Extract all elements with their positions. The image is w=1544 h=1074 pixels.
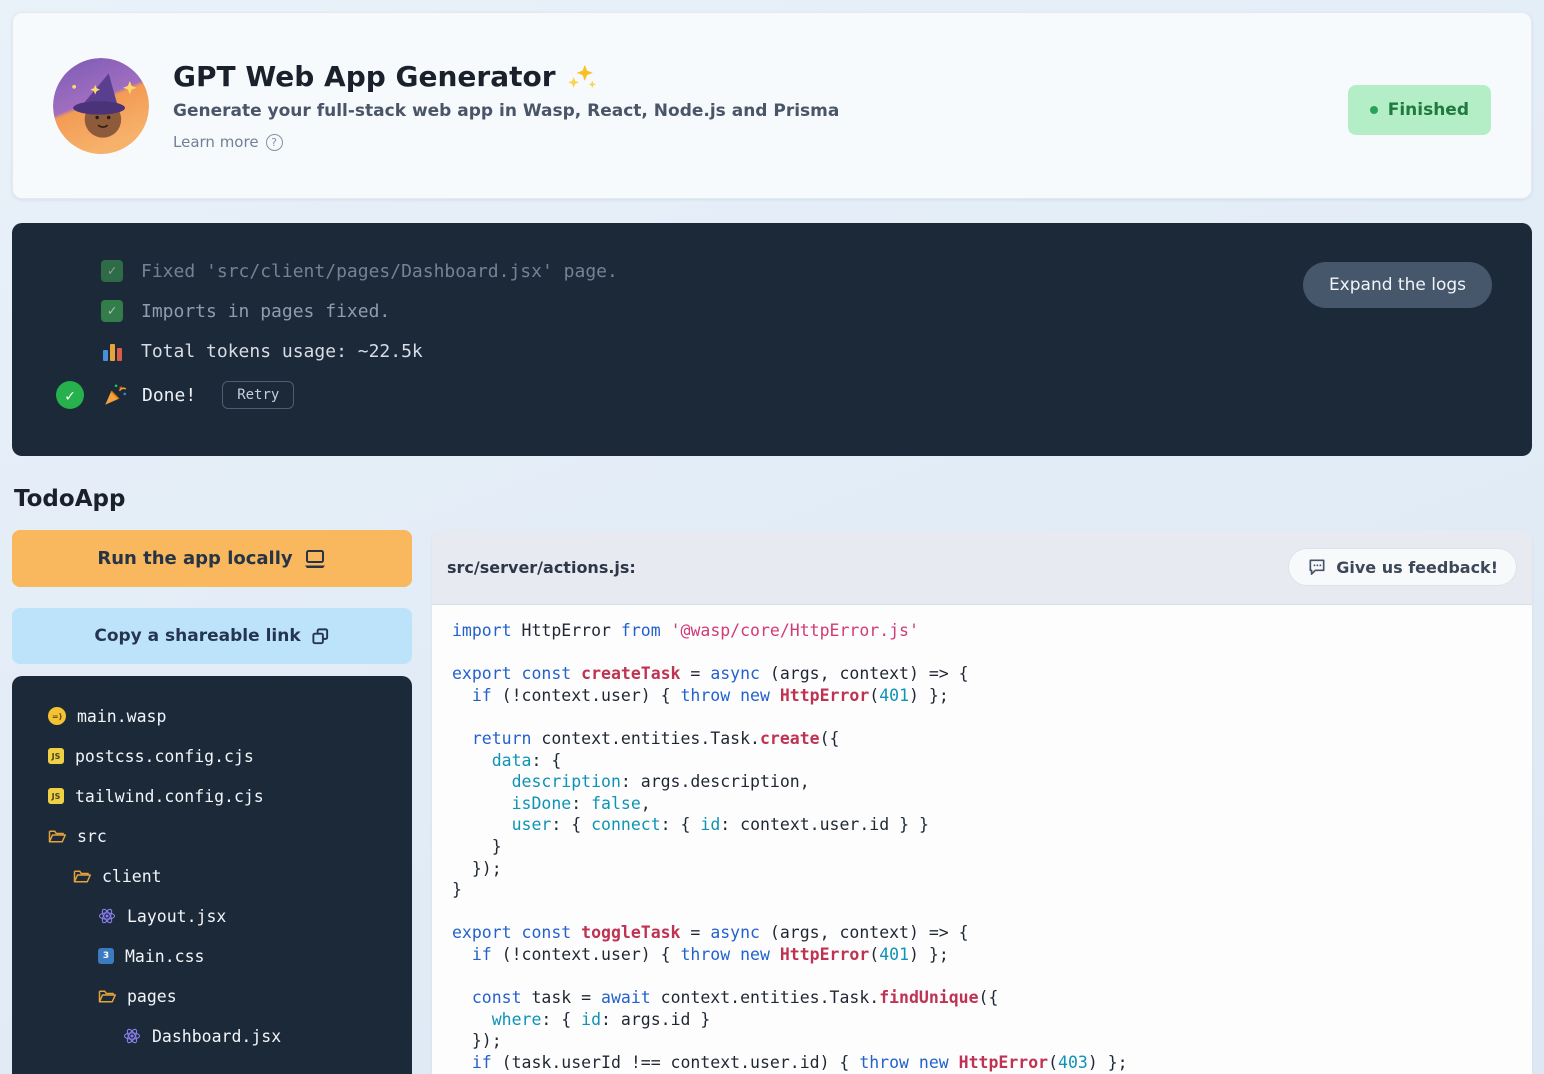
js-config-icon: JS	[48, 788, 64, 804]
code-line: }	[452, 836, 1512, 858]
js-config-icon: JS	[48, 748, 64, 764]
code-line	[452, 706, 1512, 728]
feedback-label: Give us feedback!	[1336, 558, 1498, 577]
run-app-button[interactable]: Run the app locally	[12, 530, 412, 587]
code-line: user: { connect: { id: context.user.id }…	[452, 814, 1512, 836]
help-circle-icon: ?	[266, 134, 283, 151]
done-text: Done!	[142, 385, 196, 406]
react-icon	[123, 1027, 141, 1045]
file-name: Dashboard.jsx	[152, 1027, 281, 1046]
file-tree-item-src[interactable]: src	[12, 816, 412, 856]
file-name: src	[77, 827, 107, 846]
log-line: Total tokens usage: ~22.5k	[101, 331, 1492, 371]
code-line: import HttpError from '@wasp/core/HttpEr…	[452, 620, 1512, 642]
header-text: GPT Web App Generator Generate your full…	[173, 60, 839, 151]
wizard-avatar	[53, 58, 149, 154]
status-badge: Finished	[1348, 85, 1491, 135]
code-panel: src/server/actions.js: Give us feedback!…	[432, 530, 1532, 1074]
folder-icon	[98, 987, 116, 1005]
code-line: description: args.description,	[452, 771, 1512, 793]
copy-share-link-label: Copy a shareable link	[94, 626, 300, 646]
log-panel: ✓ Fixed 'src/client/pages/Dashboard.jsx' …	[12, 223, 1532, 456]
code-line	[452, 966, 1512, 988]
folder-icon	[73, 867, 91, 885]
file-name: client	[102, 867, 162, 886]
status-dot-icon	[1370, 106, 1378, 114]
sparkles-icon	[566, 63, 598, 91]
retry-button[interactable]: Retry	[222, 381, 294, 409]
run-app-label: Run the app locally	[97, 548, 292, 569]
page-title: GPT Web App Generator	[173, 60, 839, 93]
log-line: ✓ Fixed 'src/client/pages/Dashboard.jsx' …	[101, 251, 1492, 291]
code-line: });	[452, 1030, 1512, 1052]
copy-icon	[311, 627, 330, 646]
done-row: ✓ Done! Retry	[56, 377, 1492, 413]
code-line	[452, 642, 1512, 664]
css-icon: 3	[98, 948, 114, 964]
file-tree-item-postcss.config.cjs[interactable]: JS postcss.config.cjs	[12, 736, 412, 776]
page-title-text: GPT Web App Generator	[173, 60, 556, 93]
speech-bubble-icon	[1307, 557, 1327, 577]
code-line: });	[452, 858, 1512, 880]
party-popper-icon	[102, 382, 128, 408]
learn-more-label: Learn more	[173, 133, 259, 151]
code-line: isDone: false,	[452, 793, 1512, 815]
feedback-button[interactable]: Give us feedback!	[1288, 548, 1517, 586]
code-line	[452, 901, 1512, 923]
code-line: data: {	[452, 750, 1512, 772]
learn-more-link[interactable]: Learn more ?	[173, 133, 283, 151]
code-line: return context.entities.Task.create({	[452, 728, 1512, 750]
page: GPT Web App Generator Generate your full…	[0, 0, 1544, 1074]
log-text: Total tokens usage: ~22.5k	[141, 341, 423, 362]
code-line: const task = await context.entities.Task…	[452, 987, 1512, 1009]
file-tree-panel: =) main.wasp JS postcss.config.cjs JS tailwin…	[12, 676, 412, 1074]
page-subtitle: Generate your full-stack web app in Wasp…	[173, 101, 839, 121]
file-tree-item-Dashboard.jsx[interactable]: Dashboard.jsx	[12, 1016, 412, 1056]
code-line: }	[452, 879, 1512, 901]
app-columns: Run the app locally Copy a shareable lin…	[12, 530, 1532, 1074]
code-line: if (!context.user) { throw new HttpError…	[452, 685, 1512, 707]
code-file-label: src/server/actions.js:	[447, 558, 636, 577]
bar-chart-icon	[101, 341, 123, 361]
file-tree-item-pages[interactable]: pages	[12, 976, 412, 1016]
wasp-icon: =)	[48, 707, 66, 725]
success-check-icon: ✓	[56, 381, 84, 409]
header-card: GPT Web App Generator Generate your full…	[12, 12, 1532, 199]
file-name: postcss.config.cjs	[75, 747, 254, 766]
app-name: TodoApp	[14, 486, 1532, 512]
folder-icon	[48, 827, 66, 845]
check-icon: ✓	[101, 300, 123, 322]
code-line: where: { id: args.id }	[452, 1009, 1512, 1031]
log-line: ✓ Imports in pages fixed.	[101, 291, 1492, 331]
file-name: pages	[127, 987, 177, 1006]
file-tree-item-main.wasp[interactable]: =) main.wasp	[12, 696, 412, 736]
file-name: main.wasp	[77, 707, 166, 726]
code-line: export const createTask = async (args, c…	[452, 663, 1512, 685]
code-line: if (!context.user) { throw new HttpError…	[452, 944, 1512, 966]
file-tree-item-Main.css[interactable]: 3 Main.css	[12, 936, 412, 976]
laptop-icon	[303, 549, 327, 569]
code-header: src/server/actions.js: Give us feedback!	[432, 530, 1532, 605]
code-line: if (task.userId !== context.user.id) { t…	[452, 1052, 1512, 1074]
react-icon	[98, 907, 116, 925]
left-sidebar: Run the app locally Copy a shareable lin…	[12, 530, 412, 1074]
file-name: tailwind.config.cjs	[75, 787, 264, 806]
log-text: Imports in pages fixed.	[141, 301, 390, 322]
copy-share-link-button[interactable]: Copy a shareable link	[12, 608, 412, 664]
code-line: export const toggleTask = async (args, c…	[452, 922, 1512, 944]
check-icon: ✓	[101, 260, 123, 282]
file-tree-item-tailwind.config.cjs[interactable]: JS tailwind.config.cjs	[12, 776, 412, 816]
status-label: Finished	[1388, 100, 1469, 120]
log-lines: ✓ Fixed 'src/client/pages/Dashboard.jsx' …	[56, 251, 1492, 371]
file-name: Main.css	[125, 947, 204, 966]
file-tree-item-client[interactable]: client	[12, 856, 412, 896]
expand-logs-button[interactable]: Expand the logs	[1303, 262, 1492, 308]
code-viewer: import HttpError from '@wasp/core/HttpEr…	[432, 605, 1532, 1074]
file-tree-item-Layout.jsx[interactable]: Layout.jsx	[12, 896, 412, 936]
file-name: Layout.jsx	[127, 907, 226, 926]
log-text: Fixed 'src/client/pages/Dashboard.jsx' p…	[141, 261, 618, 282]
